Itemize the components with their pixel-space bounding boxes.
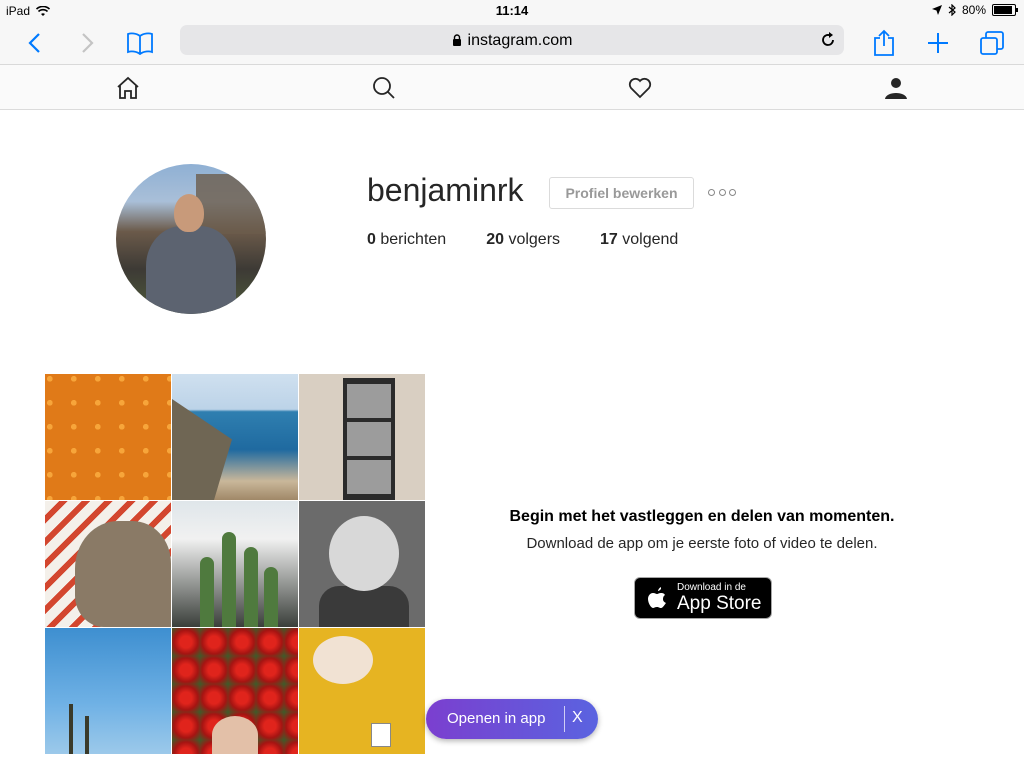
more-dot-icon (718, 188, 726, 196)
bluetooth-icon (948, 4, 956, 16)
home-icon (117, 76, 139, 99)
photo-photobooth-strip (299, 374, 425, 500)
status-right: 80% (931, 3, 1018, 17)
photo-baby (299, 501, 425, 627)
plus-icon (928, 33, 948, 53)
battery-percent: 80% (961, 3, 986, 17)
open-in-app-button[interactable]: Openen in app (447, 710, 545, 727)
status-bar: iPad 11:14 80% (0, 0, 1024, 22)
tabs-icon (980, 31, 1004, 55)
photo-oranges (45, 374, 171, 500)
battery-icon (992, 4, 1018, 16)
stat-following[interactable]: 17 volgend (600, 231, 678, 249)
stat-label: berichten (380, 231, 447, 248)
photo-cactus (172, 501, 298, 627)
photo-flowers (172, 628, 298, 754)
back-button[interactable] (18, 27, 50, 59)
status-time: 11:14 (495, 3, 529, 18)
photo-dog (45, 501, 171, 627)
open-in-app-banner: Openen in app X (426, 699, 598, 739)
heart-icon (628, 77, 652, 99)
url-text: instagram.com (467, 32, 573, 49)
stat-posts[interactable]: 0 berichten (367, 231, 446, 249)
activity-button[interactable] (627, 75, 653, 101)
close-banner-button[interactable]: X (572, 709, 583, 727)
apple-logo-icon (648, 587, 666, 608)
instagram-nav (0, 65, 1024, 110)
new-tab-button[interactable] (922, 27, 954, 59)
person-icon (885, 78, 907, 99)
profile-stats: 0 berichten 20 volgers 17 volgend (367, 231, 718, 249)
profile-button[interactable] (883, 75, 909, 101)
edit-profile-button[interactable]: Profiel bewerken (549, 177, 694, 209)
home-button[interactable] (115, 75, 141, 101)
book-icon (127, 32, 153, 55)
stat-number: 17 (600, 231, 618, 248)
stat-number: 20 (486, 231, 504, 248)
reload-button[interactable] (818, 30, 838, 50)
url-display[interactable]: instagram.com (180, 32, 844, 50)
stat-number: 0 (367, 231, 376, 248)
more-dot-icon (708, 188, 715, 196)
tabs-button[interactable] (976, 27, 1008, 59)
location-arrow-icon (931, 5, 942, 15)
app-store-button[interactable]: Download in de App Store (634, 577, 772, 619)
share-icon (874, 29, 894, 56)
photo-coastline (172, 374, 298, 500)
share-button[interactable] (868, 27, 900, 59)
more-options-button[interactable] (708, 183, 736, 201)
search-button[interactable] (371, 75, 397, 101)
avatar[interactable] (116, 164, 266, 314)
reload-icon (822, 32, 834, 46)
address-bar[interactable]: instagram.com (180, 25, 844, 55)
chevron-right-icon (82, 33, 94, 53)
lock-icon (452, 34, 461, 46)
sample-photo-grid (45, 374, 425, 754)
photo-cat (299, 628, 425, 754)
more-dot-icon (729, 188, 736, 196)
bookmarks-button[interactable] (124, 27, 156, 59)
stat-followers[interactable]: 20 volgers (486, 231, 560, 249)
forward-button[interactable] (72, 27, 104, 59)
profile-username: benjaminrk (367, 172, 524, 208)
app-store-small-text: Download in de (677, 582, 746, 593)
stat-label: volgers (508, 231, 561, 248)
stat-label: volgend (622, 231, 679, 248)
search-icon (373, 77, 395, 99)
promo-subtitle: Download de app om je eerste foto of vid… (526, 535, 878, 552)
browser-toolbar: instagram.com (0, 22, 1024, 65)
photo-sky-ride (45, 628, 171, 754)
promo-title: Begin met het vastleggen en delen van mo… (509, 508, 895, 525)
divider (564, 706, 565, 732)
chevron-left-icon (28, 33, 40, 53)
app-store-big-text: App Store (677, 593, 762, 614)
